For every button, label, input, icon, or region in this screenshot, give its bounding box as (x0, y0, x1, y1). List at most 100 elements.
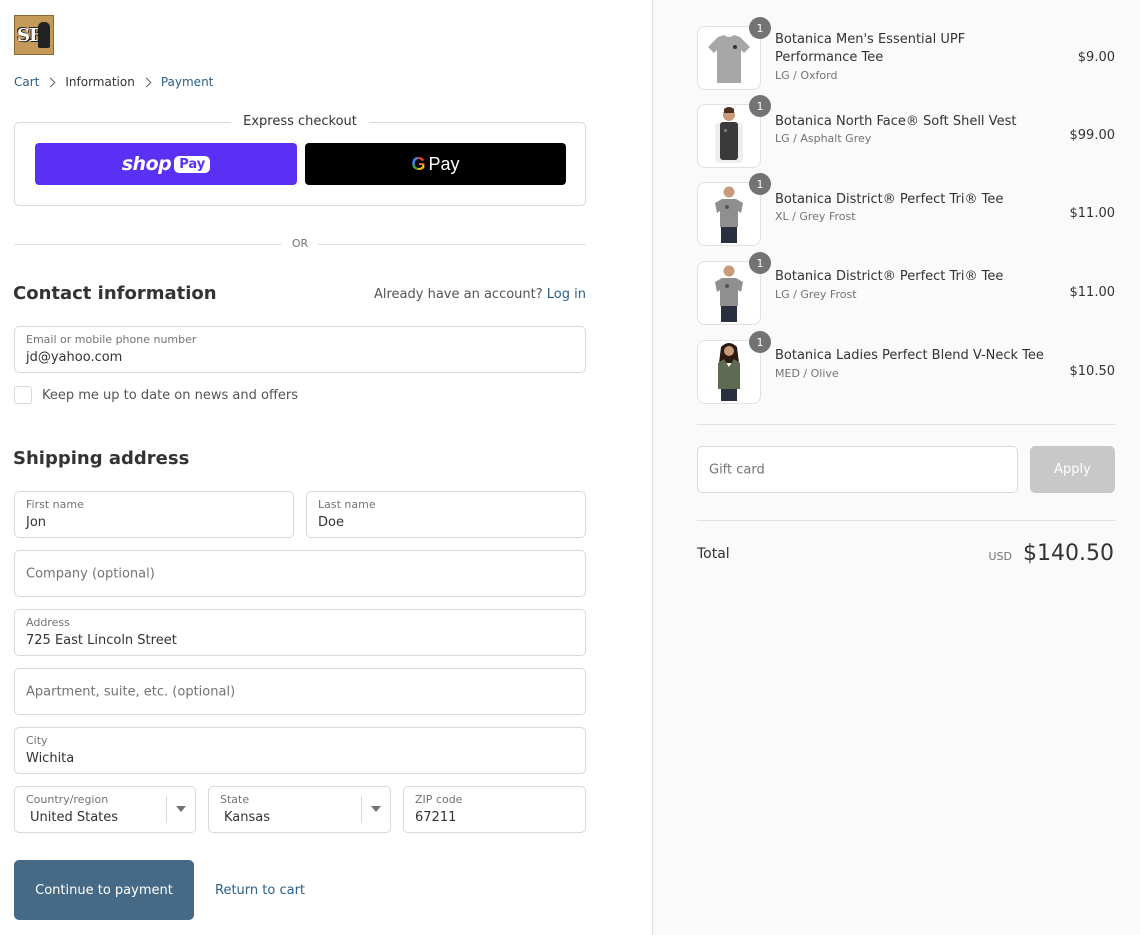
newsletter-checkbox[interactable] (14, 386, 32, 404)
item-price: $10.50 (1069, 364, 1116, 379)
caret-down-icon (176, 806, 186, 812)
breadcrumb-cart[interactable]: Cart (14, 75, 39, 89)
breadcrumb-information: Information (65, 75, 135, 89)
total-label: Total (697, 546, 730, 562)
express-checkout: Express checkout shop Pay G Pay (14, 114, 586, 206)
newsletter-label[interactable]: Keep me up to date on news and offers (42, 388, 298, 403)
express-checkout-title: Express checkout (231, 114, 369, 129)
zip-code-field[interactable]: ZIP code 67211 (403, 786, 586, 833)
email-field-value: jd@yahoo.com (26, 350, 123, 365)
city-label: City (26, 734, 48, 747)
divider (697, 424, 1115, 425)
line-item: 1 Botanica Ladies Perfect Blend V-Neck T… (697, 331, 1116, 404)
country-label: Country/region (26, 793, 109, 806)
country-value: United States (30, 810, 119, 825)
apply-button[interactable]: Apply (1030, 446, 1115, 493)
state-value: Kansas (224, 810, 271, 825)
store-logo[interactable]: SF (14, 15, 54, 55)
last-name-value: Doe (318, 515, 344, 530)
product-thumbnail: 1 (697, 17, 771, 90)
state-select[interactable]: State Kansas (208, 786, 391, 833)
contact-information-title: Contact information (13, 283, 217, 304)
or-divider: OR (14, 237, 586, 250)
select-divider (166, 796, 167, 823)
zip-code-value: 67211 (415, 810, 457, 825)
product-thumbnail: 1 (697, 173, 771, 246)
quantity-badge: 1 (749, 17, 771, 39)
country-select[interactable]: Country/region United States (14, 786, 196, 833)
gift-card-placeholder: Gift card (709, 462, 765, 477)
item-price: $9.00 (1077, 50, 1115, 65)
line-item: 1 Botanica Men's Essential UPF Performan… (697, 17, 1115, 90)
apartment-placeholder: Apartment, suite, etc. (optional) (26, 684, 236, 699)
item-price: $11.00 (1069, 285, 1116, 300)
address-value: 725 East Lincoln Street (26, 633, 177, 648)
gift-card-input[interactable]: Gift card (697, 446, 1018, 493)
first-name-field[interactable]: First name Jon (14, 491, 294, 538)
item-price: $99.00 (1069, 128, 1116, 143)
total-amount: $140.50 (1023, 541, 1114, 566)
item-price: $11.00 (1069, 206, 1116, 221)
shop-pay-logo-text: shop (121, 153, 172, 175)
select-divider (361, 796, 362, 823)
quantity-badge: 1 (749, 331, 771, 353)
log-in-link[interactable]: Log in (547, 287, 586, 302)
line-item: 1 Botanica North Face® Soft Shell Vest L… (697, 95, 1116, 168)
google-pay-text: Pay (428, 153, 460, 174)
item-variant: XL / Grey Frost (775, 210, 856, 223)
item-name: Botanica District® Perfect Tri® Tee (775, 192, 1004, 207)
quantity-badge: 1 (749, 173, 771, 195)
item-name: Botanica Ladies Perfect Blend V-Neck Tee (775, 348, 1044, 363)
or-text: OR (281, 237, 319, 250)
chevron-right-icon (141, 77, 152, 87)
return-to-cart-link[interactable]: Return to cart (215, 883, 305, 898)
item-variant: LG / Grey Frost (775, 288, 857, 301)
email-field[interactable]: Email or mobile phone number jd@yahoo.co… (14, 326, 586, 373)
product-thumbnail: 1 (697, 331, 771, 404)
line-item: 1 Botanica District® Perfect Tri® Tee LG… (697, 252, 1116, 325)
shop-pay-pill: Pay (174, 155, 211, 173)
currency-code: USD (988, 550, 1013, 563)
item-name: Botanica North Face® Soft Shell Vest (775, 114, 1017, 129)
city-field[interactable]: City Wichita (14, 727, 586, 774)
city-value: Wichita (26, 751, 75, 766)
newsletter-option: Keep me up to date on news and offers (14, 386, 298, 404)
first-name-label: First name (26, 498, 84, 511)
apartment-field[interactable]: Apartment, suite, etc. (optional) (14, 668, 586, 715)
continue-to-payment-button[interactable]: Continue to payment (14, 860, 194, 920)
item-variant: LG / Asphalt Grey (775, 132, 872, 145)
company-placeholder: Company (optional) (26, 566, 155, 581)
email-field-label: Email or mobile phone number (26, 333, 197, 346)
item-variant: MED / Olive (775, 367, 839, 380)
chevron-right-icon (45, 77, 56, 87)
first-name-value: Jon (26, 515, 47, 530)
company-field[interactable]: Company (optional) (14, 550, 586, 597)
total-amount-group: USD $140.50 (989, 541, 1115, 566)
line-item: 1 Botanica District® Perfect Tri® Tee XL… (697, 173, 1116, 246)
last-name-label: Last name (318, 498, 376, 511)
order-summary: 1 Botanica Men's Essential UPF Performan… (652, 0, 1140, 935)
state-label: State (220, 793, 250, 806)
checkout-form-column: SF Cart Information Payment Express chec… (0, 0, 652, 935)
google-g-icon: G (411, 153, 426, 174)
zip-code-label: ZIP code (415, 793, 463, 806)
address-label: Address (26, 616, 70, 629)
google-pay-button[interactable]: G Pay (305, 143, 566, 185)
item-variant: LG / Oxford (775, 69, 838, 82)
address-field[interactable]: Address 725 East Lincoln Street (14, 609, 586, 656)
product-thumbnail: 1 (697, 252, 771, 325)
last-name-field[interactable]: Last name Doe (306, 491, 586, 538)
caret-down-icon (371, 806, 381, 812)
login-prompt: Already have an account? Log in (374, 287, 586, 302)
have-account-text: Already have an account? (373, 287, 543, 302)
item-name: Botanica District® Perfect Tri® Tee (775, 269, 1004, 284)
shop-pay-button[interactable]: shop Pay (35, 143, 297, 185)
quantity-badge: 1 (749, 95, 771, 117)
breadcrumb: Cart Information Payment (14, 75, 213, 89)
item-name: Botanica Men's Essential UPF Performance… (775, 32, 966, 65)
breadcrumb-payment[interactable]: Payment (161, 75, 214, 89)
product-thumbnail: 1 (697, 95, 771, 168)
divider (697, 520, 1115, 521)
shipping-address-title: Shipping address (13, 448, 190, 469)
quantity-badge: 1 (749, 252, 771, 274)
